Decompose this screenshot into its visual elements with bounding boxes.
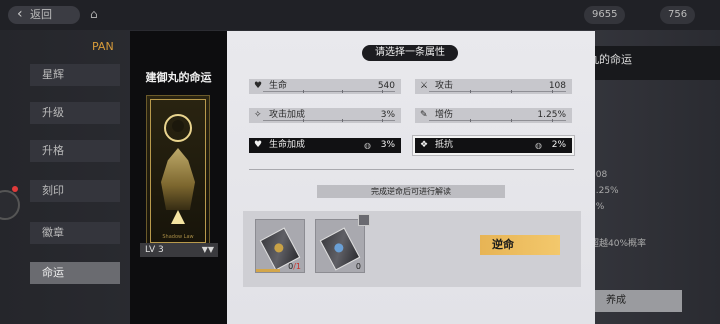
bg-right-value-1: 108 [590,170,608,180]
level-label: LV 3 [145,245,164,255]
side-circle-button[interactable] [0,190,20,220]
lock-icon: ◍ [535,141,542,150]
attribute-name: 抵抗 [435,140,454,150]
materials-panel: 0/1 0 逆命 [243,211,581,287]
notification-dot [12,186,18,192]
back-button[interactable]: 返回 [8,5,80,24]
attribute-option-hp-bonus[interactable]: ♥ 生命加成 ◍ 3% [249,138,401,153]
corner-badge-icon [358,214,370,226]
side-item-4[interactable]: 刻印 [30,180,120,202]
character-title: 建御丸的命运 [145,71,212,84]
material-slot-1[interactable]: 0/1 [255,219,305,273]
attribute-option-atk[interactable]: ⚔ 攻击 108 [415,79,572,94]
attack-bonus-icon: ✧ [254,110,262,120]
fate-card-art: Shadow Law [146,95,210,247]
heart-icon: ♥ [254,81,263,91]
heart-plus-icon: ♥ [254,140,263,150]
side-item-1[interactable]: 星辉 [30,64,120,86]
side-item-3[interactable]: 升格 [30,140,120,162]
side-item-5[interactable]: 徽章 [30,222,120,244]
attribute-option-hp[interactable]: ♥ 生命 540 [249,79,401,94]
side-item-6[interactable]: 命运 [30,262,120,284]
resist-icon: ❖ [420,140,429,150]
sword-icon: ⚔ [420,81,429,91]
side-item-2[interactable]: 升级 [30,102,120,124]
notice-text: 完成逆命后可进行解读 [317,185,505,198]
attribute-option-resist[interactable]: ❖ 抵抗 ◍ 2% [413,136,574,155]
modal-header: 请选择一条属性 [362,45,458,61]
lock-icon: ◍ [364,141,371,150]
chevron-down-icon[interactable]: ▼▼ [202,243,214,257]
moon-icon [164,114,192,142]
material-slot-2[interactable]: 0 [315,214,370,273]
material-bar [256,269,280,272]
bg-right-note: 超越40%概率 [590,239,647,249]
top-bar: 返回 ⌂ 9655 756 [0,0,720,30]
currency-2: 756 [660,6,696,24]
attribute-value: 3% [380,140,395,150]
feather-icon: ✎ [420,110,428,120]
bg-right-value-2: 1.25% [590,186,619,196]
divider [249,169,574,170]
fate-chip-blue-icon [319,227,361,271]
home-icon[interactable]: ⌂ [90,7,106,23]
attribute-option-dmg-bonus[interactable]: ✎ 增伤 1.25% [415,108,572,123]
level-selector[interactable]: LV 3 ▼▼ [140,243,218,257]
attribute-option-atk-bonus[interactable]: ✧ 攻击加成 3% [249,108,401,123]
card-caption: Shadow Law [162,234,194,240]
bg-right-value-3: 2% [590,202,605,212]
attribute-selection-modal: 请选择一条属性 ♥ 生命 540 ⚔ 攻击 108 ✧ 攻击加成 3% ✎ 增伤… [227,31,595,324]
material-count: 0 [355,262,361,271]
currency-1: 9655 [584,6,626,24]
material-count: 0/1 [288,262,301,271]
confirm-button[interactable]: 逆命 [480,235,560,255]
bg-right-title: 丸的命运 [580,46,720,80]
bg-button-right[interactable]: 养成 [592,290,682,312]
pan-label: PAN [92,40,114,53]
attribute-value: 2% [551,140,566,150]
character-panel: 建御丸的命运 Shadow Law LV 3 ▼▼ [130,31,227,324]
attribute-name: 生命加成 [269,140,306,150]
